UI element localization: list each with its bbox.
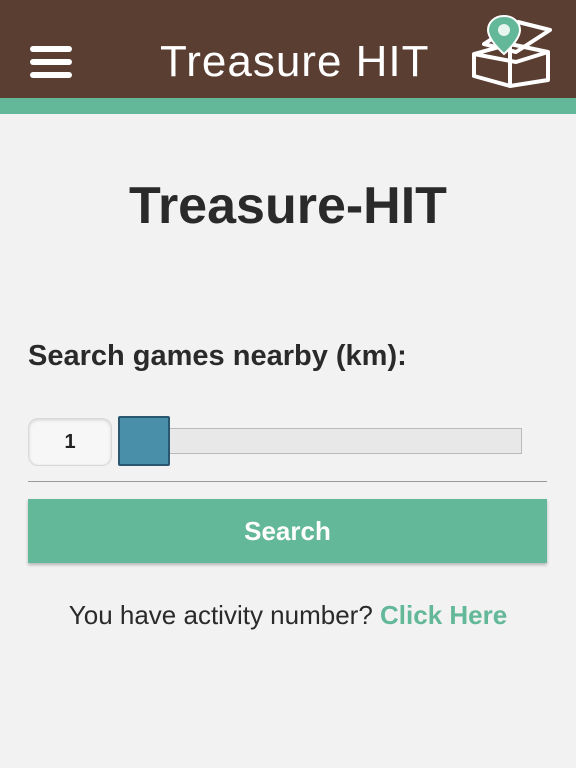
search-button[interactable]: Search [28, 499, 547, 563]
page-title: Treasure-HIT [129, 177, 447, 235]
activity-prompt-text: You have activity number? [68, 600, 373, 630]
slider-track[interactable] [118, 428, 522, 454]
brand-title: Treasure HIT [160, 37, 430, 86]
distance-input[interactable] [28, 418, 112, 466]
header-accent-stripe [0, 98, 576, 114]
app-header: Treasure HIT [0, 0, 576, 98]
divider [28, 481, 547, 482]
click-here-link[interactable]: Click Here [380, 600, 507, 630]
slider-thumb[interactable] [118, 416, 170, 466]
distance-slider[interactable] [118, 416, 522, 466]
treasure-box-icon [472, 14, 552, 88]
activity-number-prompt: You have activity number? Click Here [0, 598, 576, 632]
search-distance-label: Search games nearby (km): [28, 340, 407, 372]
menu-button[interactable] [26, 40, 76, 84]
